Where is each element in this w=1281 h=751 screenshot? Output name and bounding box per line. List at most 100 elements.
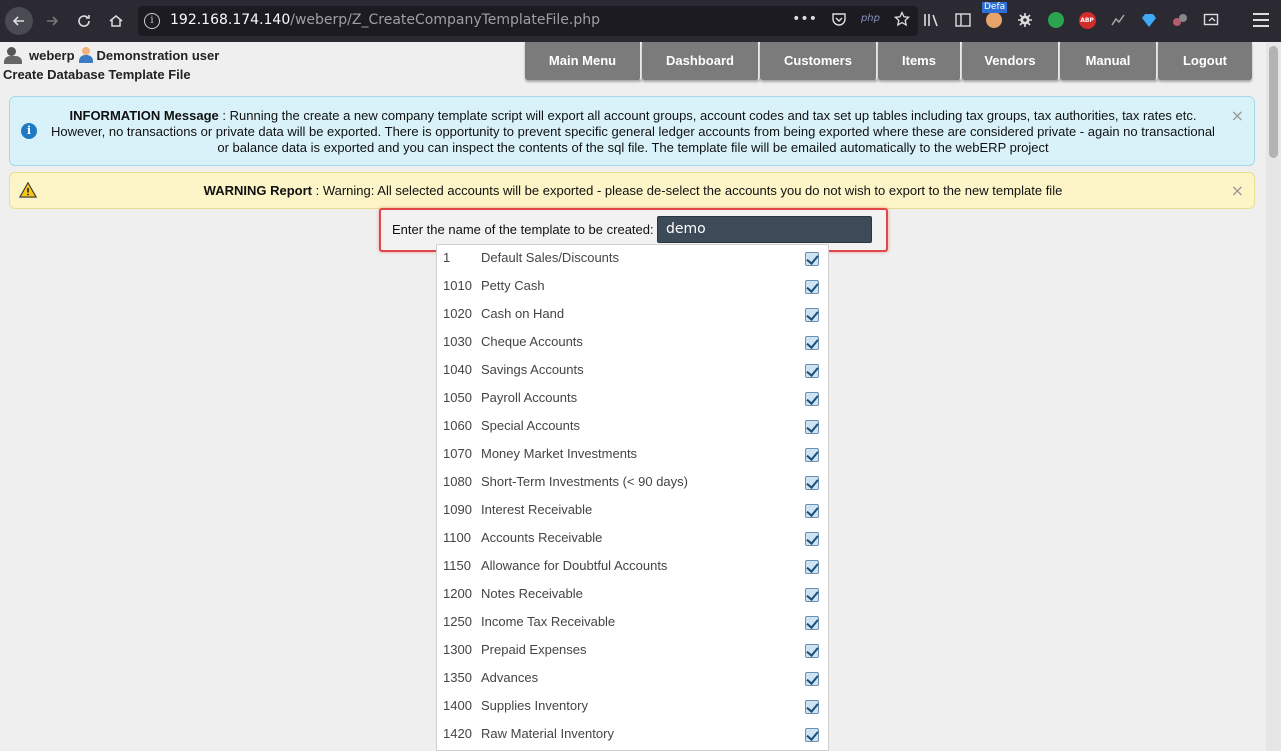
account-code: 1100: [443, 530, 471, 545]
profile-badge: Defa: [982, 2, 1008, 13]
table-row: 1010 Petty Cash: [437, 273, 828, 301]
table-row: 1100 Accounts Receivable: [437, 525, 828, 553]
forward-button[interactable]: [38, 7, 66, 35]
php-icon[interactable]: php: [861, 11, 880, 27]
nav-dashboard[interactable]: Dashboard: [642, 42, 760, 80]
account-name: Special Accounts: [481, 418, 581, 433]
table-row: 1060 Special Accounts: [437, 413, 828, 441]
account-export-checkbox[interactable]: [805, 280, 819, 294]
user-name[interactable]: Demonstration user: [97, 48, 220, 63]
table-row: 1250 Income Tax Receivable: [437, 609, 828, 637]
browser-toolbar: i 192.168.174.140/weberp/Z_CreateCompany…: [0, 0, 1281, 42]
information-message-body: : Running the create a new company templ…: [51, 108, 1215, 155]
account-export-checkbox[interactable]: [805, 252, 819, 266]
warning-message-body: : Warning: All selected accounts will be…: [312, 183, 1063, 198]
back-button[interactable]: [5, 7, 33, 35]
account-name: Money Market Investments: [481, 446, 638, 461]
table-row: 1020 Cash on Hand: [437, 301, 828, 329]
account-name: Notes Receivable: [481, 586, 583, 601]
account-export-checkbox[interactable]: [805, 420, 819, 434]
nav-vendors[interactable]: Vendors: [962, 42, 1060, 80]
template-name-input[interactable]: demo: [657, 216, 872, 243]
account-export-checkbox[interactable]: [805, 672, 819, 686]
account-export-checkbox[interactable]: [805, 308, 819, 322]
account-code: 1250: [443, 614, 472, 629]
account-export-checkbox[interactable]: [805, 560, 819, 574]
account-export-checkbox[interactable]: [805, 700, 819, 714]
page-scrollbar[interactable]: [1266, 42, 1281, 751]
reload-button[interactable]: [70, 7, 98, 35]
default-profile-icon[interactable]: Defa: [982, 2, 1008, 30]
account-name: Advances: [481, 670, 539, 685]
diamond-extension-icon[interactable]: [1139, 10, 1159, 30]
account-code: 1050: [443, 390, 472, 405]
account-export-checkbox[interactable]: [805, 364, 819, 378]
warning-message-text: WARNING Report : Warning: All selected a…: [46, 183, 1220, 198]
information-message-title: INFORMATION Message: [69, 108, 219, 123]
chart-extension-icon[interactable]: [1108, 10, 1128, 30]
table-row: 1400 Supplies Inventory: [437, 693, 828, 721]
table-row: 1300 Prepaid Expenses: [437, 637, 828, 665]
info-icon: i: [21, 123, 37, 139]
page-actions-icon[interactable]: •••: [792, 11, 817, 27]
company-icon: [3, 46, 25, 64]
account-export-checkbox[interactable]: [805, 532, 819, 546]
close-icon[interactable]: ×: [1231, 106, 1244, 125]
account-name: Accounts Receivable: [481, 530, 603, 545]
user-icon: [78, 47, 93, 63]
nav-manual[interactable]: Manual: [1060, 42, 1158, 80]
account-code: 1420: [443, 726, 472, 741]
account-name: Cheque Accounts: [481, 334, 583, 349]
account-export-checkbox[interactable]: [805, 588, 819, 602]
extension-icons: Defa ABP: [922, 2, 1221, 30]
scrollbar-thumb[interactable]: [1269, 46, 1278, 158]
green-extension-icon[interactable]: [1046, 10, 1066, 30]
nav-logout[interactable]: Logout: [1158, 42, 1252, 80]
account-export-checkbox[interactable]: [805, 448, 819, 462]
account-name: Short-Term Investments (< 90 days): [481, 474, 688, 489]
account-code: 1060: [443, 418, 472, 433]
page-title: Create Database Template File: [3, 67, 191, 82]
account-code: 1090: [443, 502, 472, 517]
account-name: Supplies Inventory: [481, 698, 588, 713]
pocket-icon[interactable]: [831, 11, 847, 27]
table-row: 1080 Short-Term Investments (< 90 days): [437, 469, 828, 497]
library-icon[interactable]: [922, 10, 942, 30]
account-export-checkbox[interactable]: [805, 728, 819, 742]
account-code: 1200: [443, 586, 472, 601]
account-export-checkbox[interactable]: [805, 392, 819, 406]
template-name-label: Enter the name of the template to be cre…: [392, 222, 654, 237]
account-export-checkbox[interactable]: [805, 336, 819, 350]
account-name: Petty Cash: [481, 278, 545, 293]
url-bar[interactable]: i 192.168.174.140/weberp/Z_CreateCompany…: [138, 6, 918, 36]
screenshot-icon[interactable]: [1201, 10, 1221, 30]
settings-gear-icon[interactable]: [1015, 10, 1035, 30]
close-icon[interactable]: ×: [1231, 181, 1244, 200]
circles-extension-icon[interactable]: [1170, 10, 1190, 30]
account-export-checkbox[interactable]: [805, 504, 819, 518]
sidebar-icon[interactable]: [953, 10, 973, 30]
account-name: Payroll Accounts: [481, 390, 578, 405]
nav-main-menu[interactable]: Main Menu: [525, 42, 642, 80]
account-export-checkbox[interactable]: [805, 476, 819, 490]
account-name: Cash on Hand: [481, 306, 565, 321]
table-row: 1070 Money Market Investments: [437, 441, 828, 469]
home-button[interactable]: [102, 7, 130, 35]
reload-icon: [78, 15, 90, 27]
account-code: 1080: [443, 474, 472, 489]
account-name: Raw Material Inventory: [481, 726, 614, 741]
table-row: 1090 Interest Receivable: [437, 497, 828, 525]
site-info-icon[interactable]: i: [144, 13, 160, 29]
bookmark-star-icon[interactable]: [894, 11, 910, 27]
account-code: 1350: [443, 670, 472, 685]
table-row: 1030 Cheque Accounts: [437, 329, 828, 357]
nav-items[interactable]: Items: [878, 42, 962, 80]
account-name: Allowance for Doubtful Accounts: [481, 558, 668, 573]
account-export-checkbox[interactable]: [805, 616, 819, 630]
accounts-table: 1 Default Sales/Discounts 1010 Petty Cash 10…: [436, 244, 829, 751]
account-export-checkbox[interactable]: [805, 644, 819, 658]
hamburger-menu-icon[interactable]: [1251, 9, 1271, 31]
url-text[interactable]: 192.168.174.140/weberp/Z_CreateCompanyTe…: [170, 12, 600, 28]
adblock-icon[interactable]: ABP: [1077, 10, 1097, 30]
nav-customers[interactable]: Customers: [760, 42, 878, 80]
